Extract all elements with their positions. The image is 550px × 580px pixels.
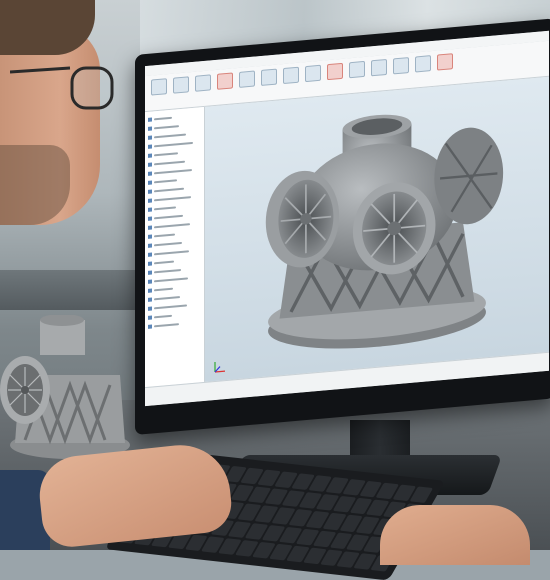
cad-model[interactable] — [205, 77, 549, 383]
tree-item-label — [154, 223, 190, 229]
tree-node-icon — [148, 189, 152, 194]
feature-tree — [145, 106, 205, 389]
tree-node-icon — [148, 117, 152, 122]
tree-item-label — [154, 277, 188, 283]
tree-node-icon — [148, 252, 152, 257]
tree-item-label — [154, 260, 174, 265]
tree-item-label — [154, 296, 180, 301]
tree-node-icon — [148, 279, 152, 284]
person — [0, 0, 120, 260]
ribbon-tool-icon[interactable] — [261, 68, 277, 86]
ribbon-tool-icon[interactable] — [151, 78, 167, 96]
ribbon-tool-icon[interactable] — [305, 64, 321, 83]
tree-item-label — [154, 287, 173, 292]
tree-node-icon — [148, 198, 152, 203]
tree-item-label — [154, 241, 182, 247]
tree-item-label — [154, 268, 181, 274]
tree-item-label — [154, 304, 187, 310]
tree-node-icon — [148, 225, 152, 230]
ribbon-tool-icon[interactable] — [415, 55, 431, 73]
tree-item-label — [154, 187, 184, 193]
tree-node-icon — [148, 234, 152, 239]
tree-item-label — [154, 233, 175, 238]
tree-item-label — [154, 314, 172, 319]
tree-node-icon — [148, 144, 152, 149]
tree-item-label — [154, 179, 177, 184]
tree-node-icon — [148, 261, 152, 266]
glasses — [10, 66, 114, 110]
3d-viewport[interactable] — [205, 76, 549, 383]
tree-node-icon — [148, 243, 152, 248]
ribbon-tool-icon[interactable] — [327, 62, 343, 81]
tree-item-label — [154, 133, 186, 139]
tree-node-icon — [148, 270, 152, 275]
tree-node-icon — [148, 306, 152, 311]
cad-application-window — [145, 30, 549, 407]
tree-node-icon — [148, 162, 152, 167]
monitor — [135, 18, 550, 435]
tree-item-label — [154, 152, 178, 157]
tree-item-label — [154, 160, 185, 166]
tree-item-label — [154, 206, 176, 211]
tree-item-label — [154, 323, 179, 328]
tree-item-label — [154, 214, 183, 220]
tree-node-icon — [148, 315, 152, 320]
ribbon-tool-icon[interactable] — [195, 74, 211, 92]
tree-node-icon — [148, 297, 152, 302]
tree-item-label — [154, 141, 193, 148]
ribbon-tool-icon[interactable] — [173, 76, 189, 94]
tree-node-icon — [148, 288, 152, 293]
ribbon-tool-icon[interactable] — [349, 60, 365, 79]
tree-node-icon — [148, 324, 152, 329]
ribbon-tool-icon[interactable] — [371, 58, 387, 77]
tree-node-icon — [148, 216, 152, 221]
ribbon-tool-icon[interactable] — [217, 72, 233, 90]
tree-item-label — [154, 196, 191, 202]
tree-node-icon — [148, 126, 152, 131]
tree-node-icon — [148, 135, 152, 140]
tree-node-icon — [148, 207, 152, 212]
ribbon-tool-icon[interactable] — [437, 53, 453, 71]
ribbon-tool-icon[interactable] — [283, 66, 299, 85]
ribbon-tool-icon[interactable] — [239, 70, 255, 88]
tree-item-label — [154, 169, 192, 175]
tree-node-icon — [148, 171, 152, 176]
tree-item-label — [154, 116, 172, 121]
right-hand — [380, 505, 530, 565]
tree-item-label — [154, 125, 179, 130]
tree-node-icon — [148, 180, 152, 185]
coordinate-axes-icon — [214, 361, 225, 373]
tree-item-label — [154, 250, 189, 256]
tree-node-icon — [148, 153, 152, 158]
ribbon-tool-icon[interactable] — [393, 57, 409, 75]
printed-part — [0, 315, 130, 459]
